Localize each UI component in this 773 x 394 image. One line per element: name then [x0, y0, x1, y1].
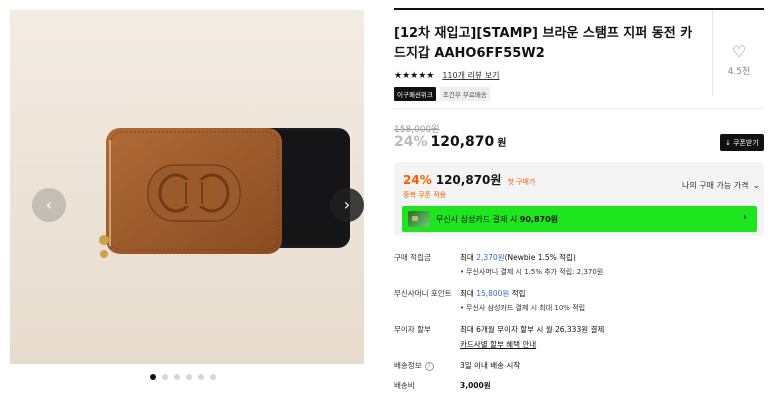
- installment-link[interactable]: 카드사별 할부 혜택 안내: [460, 339, 536, 350]
- divider: [394, 108, 764, 109]
- event-badge: 이구패션위크: [394, 87, 436, 101]
- price-row: 24% 120,870 원: [394, 134, 506, 150]
- shipping-badge: 조건부 무료배송: [439, 87, 490, 101]
- first-purchase-label: 첫 구매가: [507, 178, 536, 186]
- product-image: [10, 10, 364, 364]
- points-value: 2,370원: [476, 253, 505, 262]
- money-value: 15,800원: [476, 289, 510, 298]
- product-title: [12차 재입고][STAMP] 브라운 스탬프 지퍼 동전 카드지갑 AAHO…: [394, 26, 693, 61]
- credit-card-icon: [408, 211, 430, 227]
- product-image-gallery[interactable]: ‹ ›: [10, 10, 364, 364]
- next-image-button[interactable]: ›: [330, 188, 364, 222]
- rating-row: ★★★★★ 110개 리뷰 보기: [394, 70, 500, 81]
- sale-price: 120,870: [430, 134, 495, 150]
- best-price-box: 24% 120,870원 첫 구매가 중복 쿠폰 적용 나의 구매 가능 가격 …: [394, 162, 764, 236]
- gallery-pagination: [150, 374, 216, 380]
- card-benefit-banner[interactable]: 무신사 삼성카드 결제 시 90,870원 ›: [402, 206, 757, 232]
- pagination-dot[interactable]: [150, 374, 156, 380]
- coupon-download-button[interactable]: ↓ 쿠폰받기: [720, 134, 764, 151]
- best-discount-rate: 24%: [403, 173, 432, 187]
- chevron-down-icon: ⌄: [752, 180, 761, 191]
- heart-icon: ♡: [731, 42, 747, 61]
- card-benefit-text: 무신사 삼성카드 결제 시 90,870원: [436, 214, 559, 224]
- shipping-fee-value: 3,000원: [460, 381, 491, 390]
- coupon-button-label: 쿠폰받기: [733, 138, 759, 147]
- badge-row: 이구패션위크 조건부 무료배송: [394, 87, 490, 101]
- money-label: 무신사머니 포인트: [394, 289, 452, 298]
- installment-text: 최대 6개월 무이자 할부 시 월 26,333원 결제: [460, 325, 605, 334]
- chevron-right-icon: ›: [343, 195, 351, 214]
- shipping-label: 배송정보: [394, 361, 422, 370]
- chevron-left-icon: ‹: [45, 195, 53, 214]
- pagination-dot[interactable]: [186, 374, 192, 380]
- pagination-dot[interactable]: [198, 374, 204, 380]
- product-info: [12차 재입고][STAMP] 브라운 스탬프 지퍼 동전 카드지갑 AAHO…: [394, 0, 766, 394]
- product-page: ‹ › [12차 재입고][STAMP] 브라운 스탬프 지퍼 동전 카드지갑 …: [0, 0, 773, 394]
- my-price-label: 나의 구매 가능 가격: [682, 181, 749, 190]
- top-divider: [394, 8, 764, 10]
- prev-image-button[interactable]: ‹: [32, 188, 66, 222]
- discount-rate: 24%: [394, 134, 428, 150]
- vertical-divider: [712, 10, 713, 96]
- download-icon: ↓: [725, 138, 732, 147]
- shipping-text: 3일 이내 배송 시작: [460, 361, 521, 370]
- price-unit: 원: [497, 138, 507, 149]
- star-rating: ★★★★★: [394, 70, 435, 81]
- card-benefit-amount: 90,870원: [519, 214, 559, 224]
- points-label: 구매 적립금: [394, 253, 431, 262]
- best-price-row: 24% 120,870원 첫 구매가: [403, 171, 535, 188]
- best-price: 120,870원: [435, 173, 502, 187]
- shipping-fee-label: 배송비: [394, 381, 415, 390]
- installment-label: 무이자 할부: [394, 325, 431, 334]
- my-price-toggle[interactable]: 나의 구매 가능 가격 ⌄: [682, 180, 760, 191]
- pagination-dot[interactable]: [210, 374, 216, 380]
- like-button[interactable]: ♡ 4.5천: [724, 42, 754, 78]
- pagination-dot[interactable]: [162, 374, 168, 380]
- points-sub-note: 무신사머니 결제 시 1.5% 추가 적립: 2,370원: [460, 267, 760, 278]
- help-icon[interactable]: ?: [424, 362, 434, 371]
- pagination-dot[interactable]: [174, 374, 180, 380]
- coupon-note: 중복 쿠폰 적용: [403, 191, 447, 199]
- like-count: 4.5천: [727, 67, 751, 77]
- chevron-right-icon: ›: [743, 212, 747, 223]
- money-sub-note: 무신사 삼성카드 결제 시 최대 10% 적립: [460, 303, 760, 314]
- review-link[interactable]: 110개 리뷰 보기: [442, 70, 499, 81]
